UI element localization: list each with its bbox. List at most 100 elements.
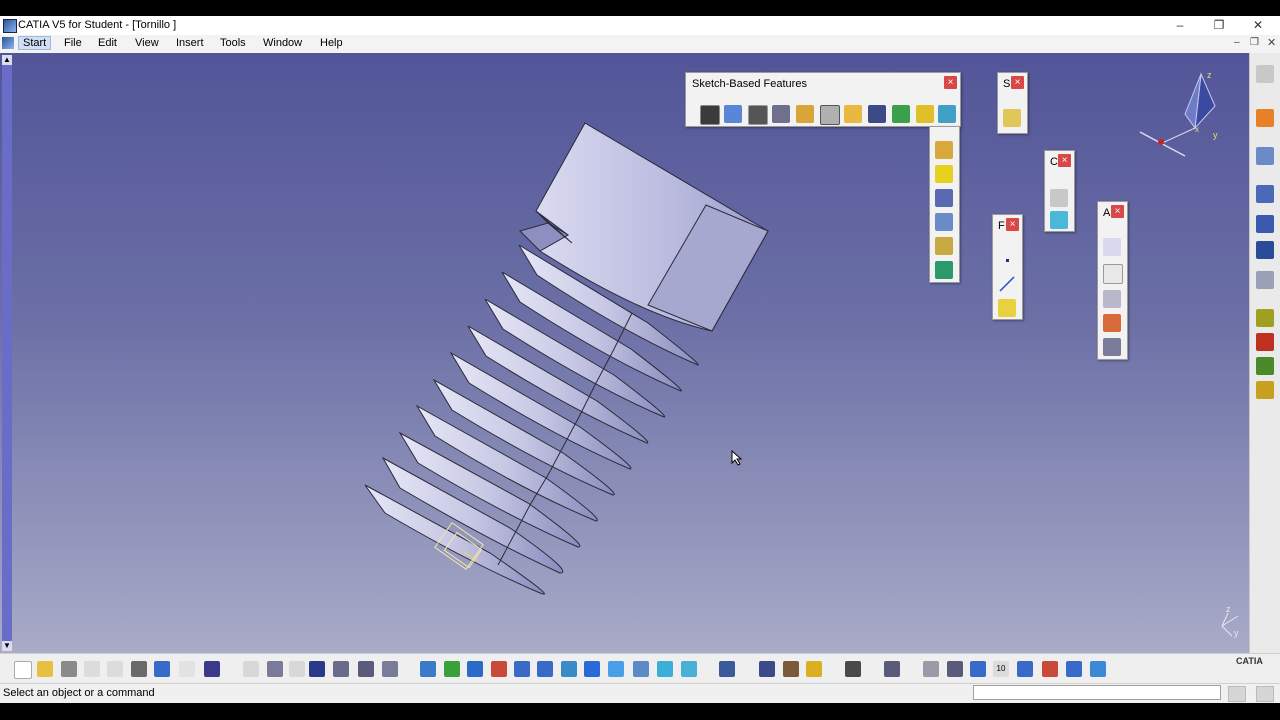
cut-icon[interactable] xyxy=(84,661,100,677)
drafted-pad-icon[interactable] xyxy=(724,105,742,123)
table-icon[interactable] xyxy=(309,661,325,677)
doc-restore-button[interactable]: ❐ xyxy=(1250,37,1259,48)
3d-viewport[interactable]: z y xyxy=(0,53,1249,653)
boolean-union-trim-icon[interactable] xyxy=(1256,381,1274,399)
inertia-icon[interactable] xyxy=(1103,338,1121,356)
dress-up-toolbar[interactable] xyxy=(929,126,960,283)
paste-icon[interactable] xyxy=(131,661,147,677)
transform-icon[interactable] xyxy=(1256,185,1274,203)
tree-scrollbar[interactable]: ▲ ▼ xyxy=(2,55,12,651)
scroll-down-arrow-icon[interactable]: ▼ xyxy=(2,641,12,651)
maximize-button[interactable]: ❐ xyxy=(1204,17,1234,34)
slot-icon[interactable] xyxy=(868,105,886,123)
measure-icon[interactable] xyxy=(1103,314,1121,332)
menu-edit[interactable]: Edit xyxy=(98,37,117,49)
3d-annotation-icon[interactable] xyxy=(1103,290,1121,308)
flag-note-icon[interactable] xyxy=(1103,264,1123,284)
normal-view-icon[interactable] xyxy=(561,661,577,677)
command-input[interactable] xyxy=(973,685,1221,700)
sketcher-toolbar[interactable]: S × xyxy=(997,72,1028,134)
analysis-icon[interactable] xyxy=(1042,661,1058,677)
menu-view[interactable]: View xyxy=(135,37,159,49)
grid-icon[interactable] xyxy=(1256,241,1274,259)
whats-this-help-icon[interactable] xyxy=(204,661,220,677)
removed-multi-section-icon[interactable] xyxy=(938,105,956,123)
new-document-icon[interactable] xyxy=(14,661,32,679)
zoom-in-icon[interactable] xyxy=(514,661,530,677)
settings-gear-icon[interactable] xyxy=(1256,65,1274,83)
constraints-toolbar[interactable]: C × xyxy=(1044,150,1075,232)
status-button-2[interactable] xyxy=(1256,686,1274,702)
pattern-icon[interactable] xyxy=(1256,215,1274,233)
pad-icon[interactable] xyxy=(700,105,720,125)
compass-icon[interactable]: z y x xyxy=(1135,66,1230,161)
shell-icon[interactable] xyxy=(935,213,953,231)
sketch-based-features-close-button[interactable]: × xyxy=(944,76,957,89)
menu-insert[interactable]: Insert xyxy=(176,37,204,49)
catalog-icon[interactable] xyxy=(333,661,349,677)
zoom-out-icon[interactable] xyxy=(537,661,553,677)
menu-help[interactable]: Help xyxy=(320,37,343,49)
shading-icon[interactable] xyxy=(633,661,649,677)
axis-system-icon[interactable] xyxy=(358,661,374,677)
multi-section-solid-icon[interactable] xyxy=(916,105,934,123)
undo-icon[interactable] xyxy=(154,661,170,677)
copy-icon[interactable] xyxy=(107,661,123,677)
axis-icon[interactable] xyxy=(970,661,986,677)
isometric-view-icon[interactable] xyxy=(608,661,624,677)
text-annotation-icon[interactable] xyxy=(1103,238,1121,256)
point-icon[interactable] xyxy=(998,251,1016,269)
sketch-icon[interactable] xyxy=(1003,109,1021,127)
fillet-icon[interactable] xyxy=(935,141,953,159)
minimize-button[interactable]: – xyxy=(1165,17,1195,34)
rotate-icon[interactable] xyxy=(491,661,507,677)
knowledge-icon[interactable] xyxy=(267,661,283,677)
annotations-toolbar-close-button[interactable]: × xyxy=(1111,205,1124,218)
bottom-toolbar[interactable]: 10 CATIA xyxy=(0,653,1280,684)
reference-elements-toolbar-close-button[interactable]: × xyxy=(1006,218,1019,231)
print-icon[interactable] xyxy=(61,661,77,677)
pocket-icon[interactable] xyxy=(748,105,768,125)
document-icon[interactable] xyxy=(2,37,14,49)
boolean-intersect-icon[interactable] xyxy=(1256,357,1274,375)
scroll-up-arrow-icon[interactable]: ▲ xyxy=(2,55,12,65)
menu-tools[interactable]: Tools xyxy=(220,37,246,49)
hide-show-icon[interactable] xyxy=(657,661,673,677)
menu-window[interactable]: Window xyxy=(263,37,302,49)
boolean-add-icon[interactable] xyxy=(1256,309,1274,327)
grid-spacing-icon[interactable]: 10 xyxy=(993,661,1009,677)
multi-view-icon[interactable] xyxy=(584,661,600,677)
stiffener-icon[interactable] xyxy=(892,105,910,123)
fly-mode-icon[interactable] xyxy=(420,661,436,677)
close-button[interactable]: ✕ xyxy=(1243,17,1273,34)
status-button-1[interactable] xyxy=(1228,686,1246,702)
layer-icon[interactable] xyxy=(1066,661,1082,677)
line-icon[interactable] xyxy=(998,275,1016,293)
annotations-toolbar[interactable]: A × xyxy=(1097,201,1128,360)
menu-file[interactable]: File xyxy=(64,37,82,49)
measure-between-icon[interactable] xyxy=(719,661,735,677)
sketch-tool-icon[interactable] xyxy=(1256,147,1274,165)
plane-selection-icon[interactable] xyxy=(884,661,900,677)
doc-minimize-button[interactable]: – xyxy=(1234,37,1240,48)
fit-all-icon[interactable] xyxy=(444,661,460,677)
shaft-icon[interactable] xyxy=(772,105,790,123)
thickness-icon[interactable] xyxy=(935,237,953,255)
sketch-based-features-toolbar[interactable]: Sketch-Based Features × xyxy=(685,72,961,127)
right-toolbar[interactable] xyxy=(1249,53,1280,653)
eraser-icon[interactable] xyxy=(1090,661,1106,677)
screw-3d-model[interactable]: z y xyxy=(0,53,1249,653)
formula-icon[interactable] xyxy=(243,661,259,677)
lock-icon[interactable] xyxy=(806,661,822,677)
refresh-icon[interactable] xyxy=(923,661,939,677)
doc-close-button[interactable]: ✕ xyxy=(1267,36,1276,49)
plane-icon[interactable] xyxy=(998,299,1016,317)
redo-icon[interactable] xyxy=(179,661,195,677)
thread-icon[interactable] xyxy=(935,261,953,279)
menu-start[interactable]: Start xyxy=(18,36,52,50)
web-icon[interactable] xyxy=(947,661,963,677)
constraint-display-icon[interactable] xyxy=(382,661,398,677)
apply-material-icon[interactable] xyxy=(1050,211,1068,229)
rib-icon[interactable] xyxy=(844,105,862,123)
chamfer-icon[interactable] xyxy=(935,165,953,183)
